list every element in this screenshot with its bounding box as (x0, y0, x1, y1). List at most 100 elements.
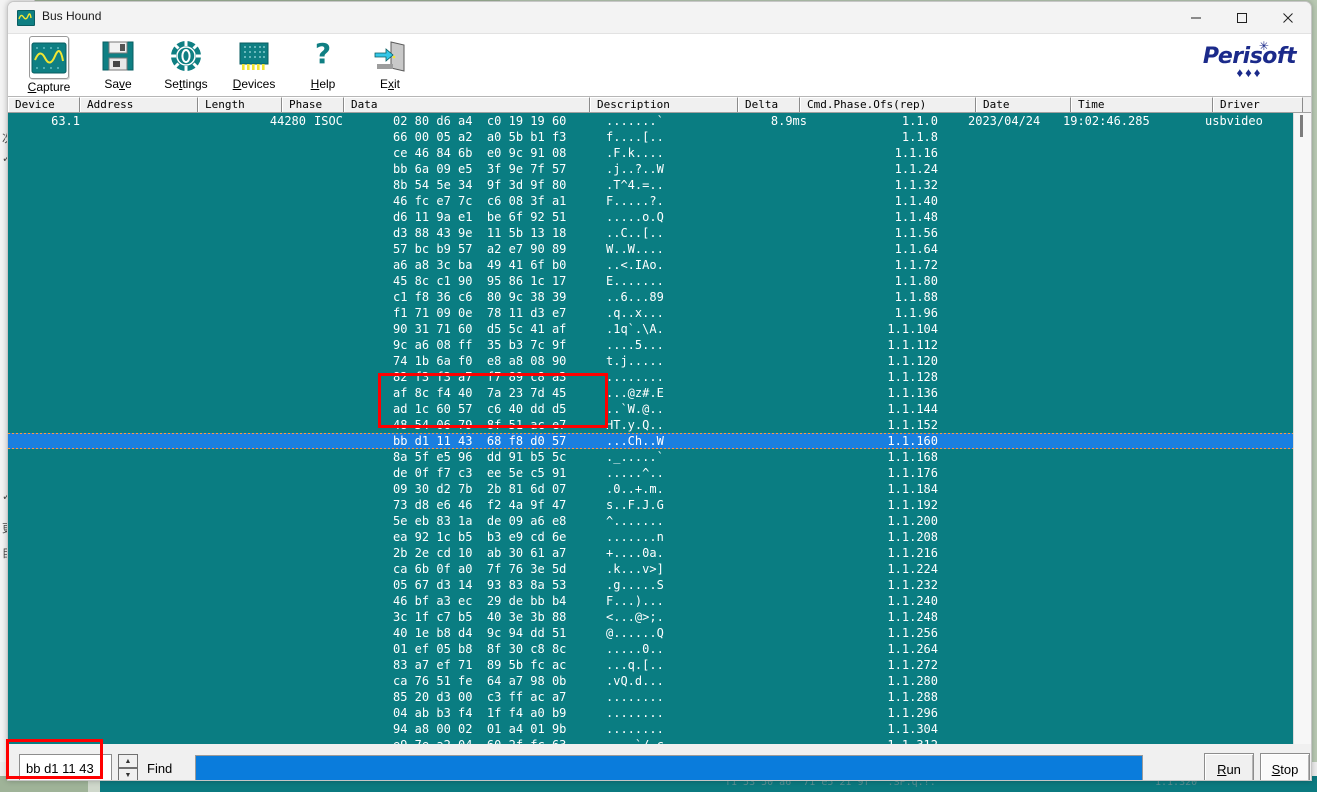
table-row[interactable]: ad 1c 60 57 c6 40 dd d5..`W.@..1.1.144 (8, 401, 1311, 417)
cell-ofs: 1.1.64 (813, 241, 938, 257)
grid-vertical-scrollbar[interactable] (1293, 113, 1311, 744)
table-row[interactable]: 82 f3 f3 a7 f7 89 c8 a3........1.1.128 (8, 369, 1311, 385)
cell-data: 83 a7 ef 71 89 5b fc ac (393, 657, 566, 673)
toolbar-button-save[interactable]: Save (86, 36, 150, 94)
toolbar-label-devices: Devices (233, 77, 276, 91)
table-row[interactable]: 2b 2e cd 10 ab 30 61 a7+....0a.1.1.216 (8, 545, 1311, 561)
table-row[interactable]: bb d1 11 43 68 f8 d0 57...Ch..W1.1.160 (8, 433, 1311, 449)
column-header-address[interactable]: Address (80, 97, 198, 112)
toolbar-button-capture[interactable]: Capture (17, 36, 81, 94)
cell-ofs: 1.1.232 (813, 577, 938, 593)
minimize-icon[interactable] (1173, 2, 1219, 33)
table-row[interactable]: 85 20 d3 00 c3 ff ac a7........1.1.288 (8, 689, 1311, 705)
column-header-driver[interactable]: Driver (1213, 97, 1303, 112)
table-row[interactable]: d6 11 9a e1 be 6f 92 51.....o.Q1.1.48 (8, 209, 1311, 225)
table-row[interactable]: de 0f f7 c3 ee 5e c5 91.....^..1.1.176 (8, 465, 1311, 481)
cell-ofs: 1.1.96 (813, 305, 938, 321)
table-row[interactable]: 05 67 d3 14 93 83 8a 53.g.....S1.1.232 (8, 577, 1311, 593)
cell-data: 85 20 d3 00 c3 ff ac a7 (393, 689, 566, 705)
toolbar-button-help[interactable]: ? Help (291, 36, 355, 94)
gear-icon (169, 36, 203, 76)
table-row[interactable]: 45 8c c1 90 95 86 1c 17E.......1.1.80 (8, 273, 1311, 289)
table-row[interactable]: ca 76 51 fe 64 a7 98 0b.vQ.d...1.1.280 (8, 673, 1311, 689)
cell-desc: ........ (606, 705, 664, 721)
table-row[interactable]: ce 46 84 6b e0 9c 91 08.F.k....1.1.16 (8, 145, 1311, 161)
table-row[interactable]: 5e eb 83 1a de 09 a6 e8^.......1.1.200 (8, 513, 1311, 529)
table-row[interactable]: 48 54 06 79 8f 51 ac e7HT.y.Q..1.1.152 (8, 417, 1311, 433)
stepper-down-icon[interactable]: ▼ (118, 768, 138, 781)
column-header-delta[interactable]: Delta (738, 97, 800, 112)
window-controls (1173, 2, 1311, 33)
cell-ofs: 1.1.152 (813, 417, 938, 433)
grid-scrollbar-thumb[interactable] (1300, 115, 1303, 137)
column-header-length[interactable]: Length (198, 97, 282, 112)
table-row[interactable]: 9c a6 08 ff 35 b3 7c 9f....5...1.1.112 (8, 337, 1311, 353)
table-row[interactable]: 66 00 05 a2 a0 5b b1 f3f....[..1.1.8 (8, 129, 1311, 145)
cell-data: f1 71 09 0e 78 11 d3 e7 (393, 305, 566, 321)
table-row[interactable]: f1 71 09 0e 78 11 d3 e7.q..x...1.1.96 (8, 305, 1311, 321)
table-row[interactable]: 40 1e b8 d4 9c 94 dd 51@......Q1.1.256 (8, 625, 1311, 641)
column-header-description[interactable]: Description (590, 97, 738, 112)
table-row[interactable]: a6 a8 3c ba 49 41 6f b0..<.IAo.1.1.72 (8, 257, 1311, 273)
cell-data: d3 88 43 9e 11 5b 13 18 (393, 225, 566, 241)
run-button[interactable]: Run (1204, 753, 1254, 781)
cell-desc: f....[.. (606, 129, 664, 145)
cell-data: 01 ef 05 b8 8f 30 c8 8c (393, 641, 566, 657)
stepper-up-icon[interactable]: ▲ (118, 754, 138, 768)
cell-desc: .T^4.=.. (606, 177, 664, 193)
table-row[interactable]: 04 ab b3 f4 1f f4 a0 b9........1.1.296 (8, 705, 1311, 721)
table-row[interactable]: 3c 1f c7 b5 40 3e 3b 88<...@>;.1.1.248 (8, 609, 1311, 625)
toolbar-button-devices[interactable]: Devices (222, 36, 286, 94)
table-row[interactable]: ca 6b 0f a0 7f 76 3e 5d.k...v>]1.1.224 (8, 561, 1311, 577)
table-row[interactable]: d3 88 43 9e 11 5b 13 18..C..[..1.1.56 (8, 225, 1311, 241)
table-row[interactable]: 74 1b 6a f0 e8 a8 08 90t.j.....1.1.120 (8, 353, 1311, 369)
exit-door-icon (373, 36, 407, 76)
table-row[interactable]: af 8c f4 40 7a 23 7d 45...@z#.E1.1.136 (8, 385, 1311, 401)
find-input[interactable]: bb d1 11 43 (19, 754, 112, 781)
cell-ofs: 1.1.0 (813, 113, 938, 129)
column-header-date[interactable]: Date (976, 97, 1071, 112)
table-row[interactable]: 09 30 d2 7b 2b 81 6d 07.0..+.m.1.1.184 (8, 481, 1311, 497)
find-stepper[interactable]: ▲ ▼ (118, 754, 138, 781)
maximize-icon[interactable] (1219, 2, 1265, 33)
cell-driver: usbvideo (1205, 113, 1263, 129)
table-row[interactable]: 63.144280ISOC02 80 d6 a4 c0 19 19 60....… (8, 113, 1311, 129)
table-row[interactable]: 94 a8 00 02 01 a4 01 9b........1.1.304 (8, 721, 1311, 737)
cell-data: 82 f3 f3 a7 f7 89 c8 a3 (393, 369, 566, 385)
table-row[interactable]: 73 d8 e6 46 f2 4a 9f 47s..F.J.G1.1.192 (8, 497, 1311, 513)
cell-desc: .j..?..W (606, 161, 664, 177)
cell-data: ca 6b 0f a0 7f 76 3e 5d (393, 561, 566, 577)
table-row[interactable]: 90 31 71 60 d5 5c 41 af.1q`.\A.1.1.104 (8, 321, 1311, 337)
cell-desc: @......Q (606, 625, 664, 641)
cell-ofs: 1.1.288 (813, 689, 938, 705)
table-row[interactable]: 8a 5f e5 96 dd 91 b5 5c._.....`1.1.168 (8, 449, 1311, 465)
toolbar-button-settings[interactable]: Settings (154, 36, 218, 94)
table-row[interactable]: 57 bc b9 57 a2 e7 90 89W..W....1.1.64 (8, 241, 1311, 257)
table-row[interactable]: 8b 54 5e 34 9f 3d 9f 80.T^4.=..1.1.32 (8, 177, 1311, 193)
column-header-time[interactable]: Time (1071, 97, 1213, 112)
column-header-cmd-phase-ofs[interactable]: Cmd.Phase.Ofs(rep) (800, 97, 976, 112)
table-row[interactable]: e9 7e a2 04 60 2f fc 63....`/.c1.1.312 (8, 737, 1311, 744)
close-icon[interactable] (1265, 2, 1311, 33)
table-row[interactable]: 46 fc e7 7c c6 08 3f a1F.....?.1.1.40 (8, 193, 1311, 209)
table-row[interactable]: ea 92 1c b5 b3 e9 cd 6e.......n1.1.208 (8, 529, 1311, 545)
cell-delta: 8.9ms (745, 113, 807, 129)
cell-desc: ........ (606, 369, 664, 385)
table-row[interactable]: 01 ef 05 b8 8f 30 c8 8c.....0..1.1.264 (8, 641, 1311, 657)
table-row[interactable]: 46 bf a3 ec 29 de bb b4F...)...1.1.240 (8, 593, 1311, 609)
column-header-phase[interactable]: Phase (282, 97, 344, 112)
table-row[interactable]: bb 6a 09 e5 3f 9e 7f 57.j..?..W1.1.24 (8, 161, 1311, 177)
capture-data-grid[interactable]: 63.144280ISOC02 80 d6 a4 c0 19 19 60....… (8, 113, 1311, 744)
table-row[interactable]: c1 f8 36 c6 80 9c 38 39..6...891.1.88 (8, 289, 1311, 305)
table-row[interactable]: 83 a7 ef 71 89 5b fc ac...q.[..1.1.272 (8, 657, 1311, 673)
find-button[interactable]: Find (147, 761, 172, 776)
cell-ofs: 1.1.304 (813, 721, 938, 737)
cell-desc: s..F.J.G (606, 497, 664, 513)
cell-desc: ..`W.@.. (606, 401, 664, 417)
bus-hound-window: Bus Hound (7, 1, 1312, 781)
toolbar-button-exit[interactable]: Exit (358, 36, 422, 94)
column-header-device[interactable]: Device (8, 97, 80, 112)
cell-ofs: 1.1.88 (813, 289, 938, 305)
stop-button[interactable]: Stop (1260, 753, 1310, 781)
column-header-data[interactable]: Data (344, 97, 590, 112)
